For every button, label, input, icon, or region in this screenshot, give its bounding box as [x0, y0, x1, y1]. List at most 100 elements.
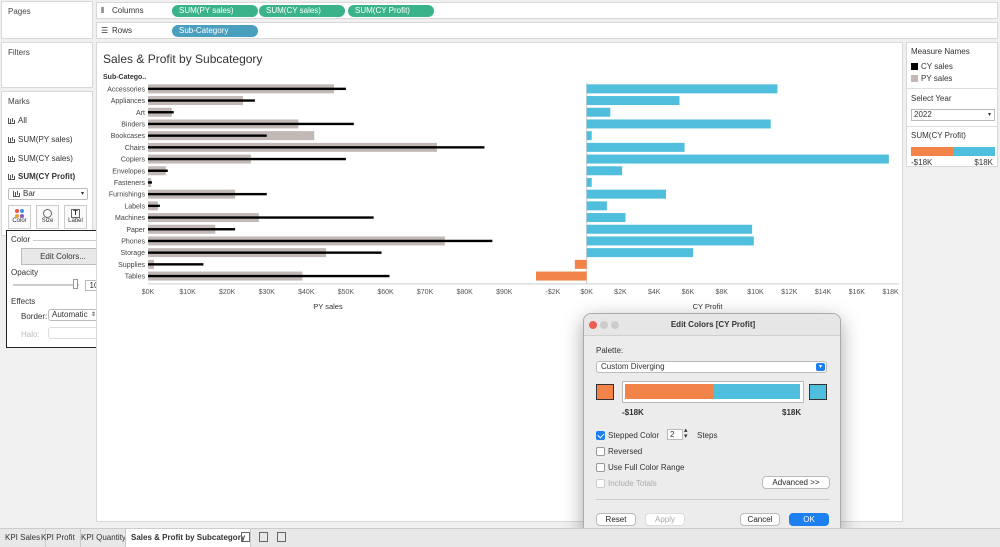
- filters-card: Filters: [1, 42, 93, 88]
- color-section-title: Color: [11, 235, 31, 244]
- border-label: Border:: [21, 312, 48, 321]
- preview-positive-step: [712, 384, 800, 399]
- reversed-checkbox[interactable]: [596, 447, 605, 456]
- cy-profit-bar: [586, 201, 607, 211]
- cy-sales-bar: [148, 228, 236, 231]
- pill-py-sales[interactable]: SUM(PY sales): [172, 5, 258, 17]
- row-label: Chairs: [125, 145, 146, 152]
- ok-button[interactable]: OK: [789, 513, 829, 526]
- palette-select[interactable]: Custom Diverging ▾: [596, 361, 827, 373]
- cy-sales-bar: [148, 216, 374, 219]
- tab-sales-profit-by-subcategory[interactable]: Sales & Profit by Subcategory: [125, 529, 252, 547]
- cy-profit-bar: [586, 166, 623, 176]
- left-tick-label: $90K: [496, 289, 513, 296]
- cy-sales-bar: [148, 204, 160, 208]
- new-story-icon[interactable]: [277, 532, 286, 542]
- tab-kpi-profit[interactable]: KPI Profit: [36, 529, 81, 547]
- legend-item-cy-sales[interactable]: CY sales: [911, 62, 953, 71]
- positive-color-swatch[interactable]: [809, 384, 827, 400]
- year-select[interactable]: 2022 ▾: [911, 109, 995, 121]
- row-label: Machines: [115, 215, 145, 222]
- right-tick-label: $16K: [849, 289, 866, 296]
- reversed-label: Reversed: [608, 447, 643, 456]
- stepped-color-label: Stepped Color: [608, 431, 660, 440]
- steps-stepper[interactable]: ▴ ▾: [684, 427, 688, 440]
- pill-cy-sales[interactable]: SUM(CY sales): [259, 5, 345, 17]
- cy-profit-bar: [586, 189, 667, 199]
- halo-label: Halo:: [21, 330, 40, 339]
- edit-colors-dialog: Edit Colors [CY Profit] Palette: Custom …: [583, 313, 841, 535]
- text-label-icon: T: [71, 209, 80, 218]
- rows-label: Rows: [112, 26, 133, 35]
- row-label: Paper: [126, 227, 145, 234]
- mark-type-select[interactable]: Bar ▾: [8, 188, 88, 200]
- cy-profit-bar: [586, 131, 592, 141]
- row-label: Appliances: [111, 98, 146, 105]
- marks-item-py-sales[interactable]: SUM(PY sales): [8, 135, 73, 144]
- pill-cy-profit[interactable]: SUM(CY Profit): [348, 5, 434, 17]
- right-tick-label: $0K: [580, 289, 593, 296]
- new-dashboard-icon[interactable]: [259, 532, 268, 542]
- full-range-label: Use Full Color Range: [608, 463, 685, 472]
- row-label: Storage: [120, 250, 145, 257]
- right-tick-label: $10K: [747, 289, 764, 296]
- cy-sales-bar: [148, 99, 255, 102]
- row-label: Accessories: [107, 86, 145, 93]
- chart-canvas: Accessories Appliances Art Binders Bookcases…: [107, 83, 899, 311]
- left-tick-label: $70K: [417, 289, 434, 296]
- opacity-slider-handle[interactable]: [73, 279, 78, 289]
- color-button[interactable]: Color: [8, 205, 31, 229]
- size-icon: [43, 209, 52, 218]
- range-max-label: $18K: [782, 408, 802, 417]
- cy-profit-bar: [536, 271, 587, 281]
- cy-sales-bar: [148, 181, 152, 184]
- left-tick-label: $10K: [179, 289, 196, 296]
- left-tick-label: $20K: [219, 289, 236, 296]
- halo-select: [48, 327, 100, 339]
- apply-button: Apply: [645, 513, 685, 526]
- profit-legend-max: $18K: [974, 158, 993, 167]
- palette-label: Palette:: [596, 346, 624, 355]
- cy-sales-bar: [148, 134, 267, 137]
- range-min-label: -$18K: [622, 408, 644, 417]
- dialog-title: Edit Colors [CY Profit]: [670, 320, 756, 329]
- new-worksheet-icon[interactable]: [241, 532, 250, 542]
- steps-input[interactable]: 2: [667, 429, 683, 440]
- size-button[interactable]: Size: [36, 205, 59, 229]
- negative-color-swatch[interactable]: [596, 384, 614, 400]
- row-label: Binders: [121, 121, 145, 128]
- marks-item-cy-sales[interactable]: SUM(CY sales): [8, 154, 73, 163]
- legend-swatch-py-sales: [911, 75, 918, 82]
- bar-chart-icon: [8, 136, 15, 143]
- cancel-button[interactable]: Cancel: [740, 513, 780, 526]
- cy-sales-bar: [148, 263, 204, 266]
- columns-icon: ⦀: [101, 6, 105, 15]
- advanced-button[interactable]: Advanced >>: [762, 476, 830, 489]
- opacity-slider[interactable]: [13, 284, 79, 286]
- tab-kpi-quantity[interactable]: KPI Quantity: [76, 529, 132, 547]
- pages-card: Pages: [1, 1, 93, 39]
- cy-sales-bar: [148, 111, 174, 114]
- marks-item-cy-profit[interactable]: SUM(CY Profit): [8, 172, 75, 181]
- right-tick-label: $6K: [682, 289, 695, 296]
- chevron-down-icon: ▾: [80, 191, 84, 197]
- cy-profit-bar: [586, 84, 778, 94]
- legend-item-py-sales[interactable]: PY sales: [911, 74, 952, 83]
- edit-colors-button[interactable]: Edit Colors...: [21, 248, 105, 265]
- row-label: Fasteners: [114, 180, 146, 187]
- left-tick-label: $0K: [142, 289, 155, 296]
- marks-item-all[interactable]: All: [8, 116, 27, 125]
- label-button[interactable]: T Label: [64, 205, 87, 229]
- cy-sales-bar: [148, 87, 346, 91]
- chevron-down-icon: ▾: [816, 363, 825, 371]
- measure-names-title: Measure Names: [911, 47, 970, 56]
- full-range-checkbox[interactable]: [596, 463, 605, 472]
- steps-label: Steps: [697, 431, 718, 440]
- include-totals-checkbox: [596, 479, 605, 488]
- reset-button[interactable]: Reset: [596, 513, 636, 526]
- marks-title: Marks: [8, 97, 30, 106]
- pill-sub-category[interactable]: Sub-Category: [172, 25, 258, 37]
- stepped-color-checkbox[interactable]: [596, 431, 605, 440]
- cy-profit-bar: [586, 119, 771, 129]
- border-select[interactable]: Automatic ⇕: [48, 309, 100, 321]
